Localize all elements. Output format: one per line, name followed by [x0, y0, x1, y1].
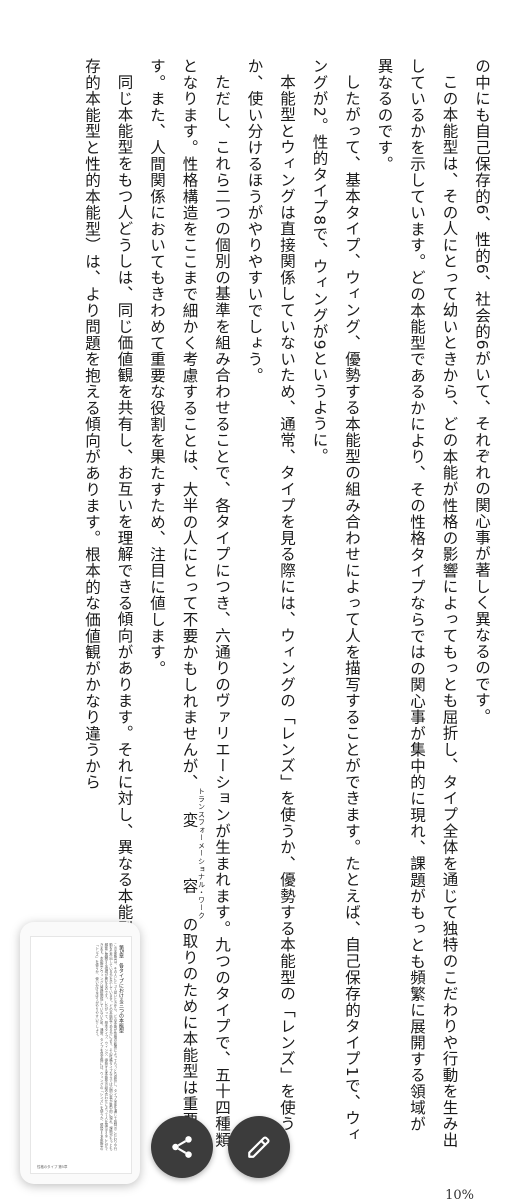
page-thumbnail[interactable]: 第5章 各タイプにおける三つの本能型 この本能型は、その人にとって幼いときから、… — [20, 922, 140, 1184]
paragraph: の中にも自己保存的6、性的6、社会的6がいて、それぞれの関心事が著しく異なるので… — [473, 58, 491, 725]
share-icon — [172, 1136, 192, 1158]
pencil-icon — [248, 1136, 270, 1158]
thumbnail-footer: 性格のタイプ 第5章 — [37, 1165, 68, 1169]
paragraph: ただし、これら二つの個別の基準を組み合わせることで、各タイプにつき、六通りのヴァ… — [148, 58, 231, 1148]
paragraph: したがって、基本タイプ、ウィング、優勢する本能型の組み合わせによって人を描写する… — [310, 58, 362, 1143]
thumbnail-heading: 第5章 各タイプにおける三つの本能型 — [118, 945, 125, 1033]
ruby-annotation: 変容 トランスフォーメーショナル・ワーク — [180, 787, 206, 920]
thumbnail-chapter: 第5章 — [118, 945, 124, 959]
thumbnail-title: 各タイプにおける三つの本能型 — [118, 963, 124, 1034]
thumbnail-body: この本能型は、その人にとって幼いときから、どの本能が性格の影響によってもっとも屈… — [94, 943, 117, 1151]
edit-button[interactable] — [228, 1116, 290, 1178]
paragraph: この本能型は、その人にとって幼いときから、どの本能が性格の影響によってもっとも屈… — [375, 58, 459, 1148]
thumbnail-page: 第5章 各タイプにおける三つの本能型 この本能型は、その人にとって幼いときから、… — [30, 936, 132, 1174]
share-button[interactable] — [151, 1116, 213, 1178]
paragraph: 本能型とウィングは直接関係していないため、通常、タイプを見る際には、ウィングの「… — [245, 58, 297, 1132]
reading-progress: 10% — [445, 1188, 474, 1203]
